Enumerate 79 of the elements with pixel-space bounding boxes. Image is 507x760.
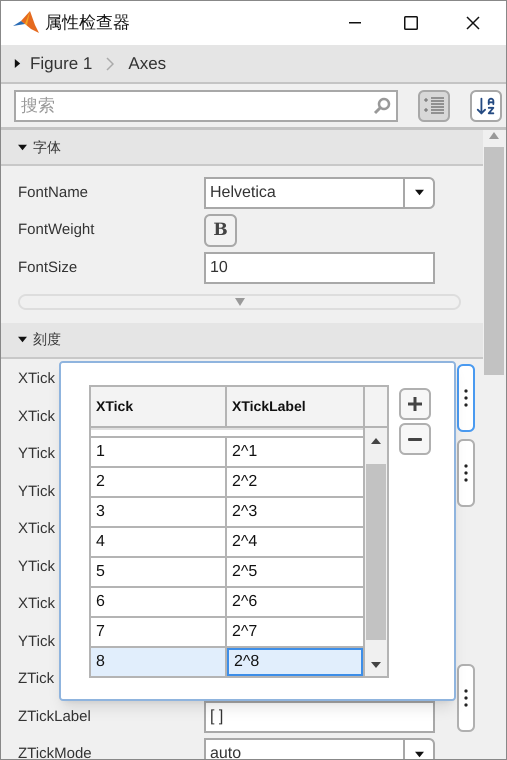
minus-icon	[408, 438, 422, 440]
property-label: FontSize	[18, 258, 78, 276]
section-header[interactable]: 字体	[1, 130, 483, 166]
window-title: 属性检查器	[45, 12, 131, 34]
column-header[interactable]: XTickLabel	[227, 387, 363, 426]
caret-down-icon	[18, 142, 27, 152]
table-cell[interactable]: 2^7	[227, 618, 363, 646]
property-label: YTick	[18, 632, 55, 650]
table-cell[interactable]: 2^6	[227, 588, 363, 616]
table-row[interactable]: 3 2^3	[91, 496, 363, 526]
search-icon	[373, 96, 391, 114]
table-row[interactable]: 8 2^8	[91, 646, 363, 676]
dots-icon	[464, 689, 468, 707]
breadcrumb-item[interactable]: Axes	[128, 50, 166, 76]
section-title: 字体	[33, 138, 61, 156]
scroll-up-icon	[371, 438, 381, 444]
chevron-right-icon	[106, 56, 114, 70]
table-cell[interactable]: 2^1	[227, 438, 363, 466]
close-icon	[466, 16, 480, 30]
caret-down-icon	[234, 298, 244, 306]
text-field[interactable]: 10	[204, 252, 435, 284]
bold-toggle[interactable]: B	[204, 214, 237, 247]
table-row[interactable]: 4 2^4	[91, 526, 363, 556]
list-icon	[423, 96, 445, 116]
table-cell[interactable]: 2^8	[227, 648, 363, 676]
property-label: ZTickMode	[18, 745, 92, 759]
search-input: 搜索	[21, 92, 373, 118]
table-row[interactable]: 7 2^7	[91, 616, 363, 646]
property-label: XTick	[18, 370, 55, 388]
category-view-button[interactable]	[418, 90, 450, 122]
property-label: ZTickLabel	[18, 708, 91, 725]
property-label: YTick	[18, 482, 55, 500]
caret-right-icon	[13, 59, 22, 68]
table-cell[interactable]: 2^4	[227, 528, 363, 556]
remove-row-button[interactable]	[399, 423, 431, 455]
property-label: YTick	[18, 558, 55, 575]
alphabetical-view-button[interactable]	[470, 90, 502, 122]
maximize-icon	[404, 16, 418, 30]
breadcrumb-item[interactable]: Figure 1	[30, 50, 92, 76]
section-header[interactable]: 刻度	[1, 322, 483, 358]
property-label: ZTick	[18, 670, 54, 688]
dropdown-caret-icon	[414, 188, 424, 198]
dots-icon	[464, 389, 468, 407]
more-button[interactable]	[457, 664, 475, 732]
table-cell[interactable]: 2^5	[227, 558, 363, 586]
more-button[interactable]	[457, 439, 475, 507]
table-cell[interactable]: 2^3	[227, 498, 363, 526]
property-label: XTick	[18, 520, 55, 538]
dots-icon	[464, 464, 468, 482]
scrollbar-thumb[interactable]	[484, 147, 504, 375]
dropdown-caret-icon	[414, 750, 424, 759]
scroll-down-icon	[371, 662, 381, 668]
table-cell[interactable]: 2^2	[227, 468, 363, 496]
property-label: FontWeight	[18, 221, 94, 238]
minimize-icon	[349, 22, 361, 24]
more-properties-bar[interactable]	[18, 294, 461, 310]
app-logo-icon	[13, 11, 39, 35]
plus-icon	[408, 397, 422, 411]
dropdown-field[interactable]: auto	[204, 738, 435, 759]
add-row-button[interactable]	[399, 388, 431, 420]
table-row[interactable]: 5 2^5	[91, 556, 363, 586]
table-row[interactable]: 2 2^2	[91, 466, 363, 496]
section-title: 刻度	[33, 330, 61, 349]
property-label: XTick	[18, 408, 55, 425]
property-label: YTick	[18, 445, 55, 462]
property-label: FontName	[18, 184, 88, 201]
table-scrollbar[interactable]	[365, 428, 387, 676]
scrollbar-thumb[interactable]	[366, 464, 386, 640]
more-button[interactable]	[457, 364, 475, 432]
table-cell[interactable]: 8	[91, 648, 227, 676]
caret-down-icon	[18, 335, 27, 344]
search-field[interactable]: 搜索	[14, 90, 398, 122]
text-field[interactable]: [ ]	[204, 700, 435, 733]
table-row[interactable]: 6 2^6	[91, 586, 363, 616]
dropdown-field[interactable]: Helvetica	[204, 176, 435, 209]
property-label: XTick	[18, 595, 55, 612]
column-header[interactable]: XTick	[91, 387, 227, 426]
table-row[interactable]: 1 2^1	[91, 436, 363, 466]
scroll-up-icon	[489, 132, 499, 139]
